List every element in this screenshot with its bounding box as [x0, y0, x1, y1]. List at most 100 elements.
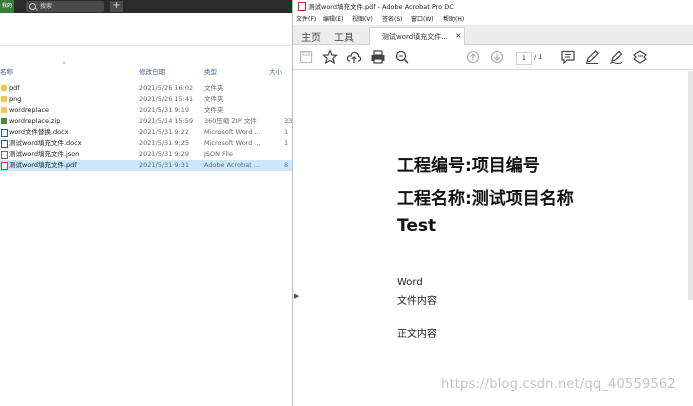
- file-date: 2021/5/31 9:22: [139, 128, 189, 136]
- file-row-test-fill-json[interactable]: 测试word填充文件.json 2021/5/31 9:29 JSON File: [0, 149, 292, 160]
- file-date: 2021/5/31 9:19: [139, 106, 189, 114]
- menu-help[interactable]: 帮助(H): [443, 14, 464, 23]
- file-name: 测试word填充文件.pdf: [9, 161, 77, 169]
- blog-watermark: https://blog.csdn.net/qq_40559562: [441, 377, 676, 392]
- zoom-icon[interactable]: [394, 49, 410, 65]
- nav-tools[interactable]: 工具: [334, 29, 354, 44]
- file-explorer-window: 我的电脑 搜索 + 名称 ⌃ 修改日期 类型 大小 pdf 2021/5/26 …: [0, 0, 292, 406]
- json-file-icon: [1, 151, 8, 159]
- doc-body-content-text: 正文内容: [397, 329, 437, 340]
- file-name: 测试word填充文件.json: [9, 150, 80, 158]
- file-name: wordreplace: [9, 106, 49, 114]
- document-tab[interactable]: 测试word填充文件... ×: [369, 27, 465, 45]
- file-date: 2021/5/26 15:41: [139, 95, 194, 103]
- file-name: pdf: [9, 84, 20, 92]
- bookmark-star-icon[interactable]: [321, 49, 339, 65]
- page-down-icon[interactable]: [489, 49, 505, 65]
- file-date: 2021/5/31 9:29: [139, 150, 189, 158]
- acrobat-pdf-icon: [298, 2, 306, 11]
- file-row-png-folder[interactable]: png 2021/5/26 15:41 文件夹: [0, 94, 292, 105]
- file-row-wordreplace-folder[interactable]: wordreplace 2021/5/31 9:19 文件夹: [0, 105, 292, 116]
- column-header-date[interactable]: 修改日期: [139, 66, 165, 76]
- file-row-word-replace-docx[interactable]: word文件替换.docx 2021/5/31 9:22 Microsoft W…: [0, 127, 292, 138]
- file-name: png: [9, 95, 22, 103]
- file-type: Microsoft Word ...: [204, 128, 261, 136]
- save-icon[interactable]: [298, 49, 314, 65]
- column-header-type[interactable]: 类型: [204, 66, 217, 76]
- vertical-scrollbar[interactable]: [688, 71, 693, 300]
- expand-panel-arrow-icon[interactable]: ▶: [294, 292, 299, 300]
- file-type: 360压缩 ZIP 文件: [204, 117, 257, 125]
- close-icon[interactable]: ×: [455, 31, 462, 40]
- search-box[interactable]: 搜索: [26, 1, 104, 12]
- file-row-pdf-folder[interactable]: pdf 2021/5/26 16:02 文件夹: [0, 83, 292, 94]
- menu-window[interactable]: 窗口(W): [411, 14, 434, 23]
- document-tab-label: 测试word填充文件...: [382, 33, 448, 41]
- file-date: 2021/5/26 16:02: [139, 84, 194, 92]
- page-total: / 1: [534, 53, 543, 61]
- doc-file-content-text: 文件内容: [397, 296, 437, 307]
- explorer-app-icon[interactable]: 我的电脑: [0, 0, 14, 13]
- doc-test-heading: Test: [397, 216, 437, 236]
- file-date: 2021/5/31 9:25: [139, 139, 189, 147]
- acrobat-title-bar: 测试word填充文件.pdf - Adobe Acrobat Pro DC: [293, 0, 693, 12]
- sort-ascending-icon: ⌃: [61, 61, 67, 69]
- search-icon: [29, 3, 36, 10]
- nav-home[interactable]: 主页: [301, 29, 321, 44]
- folder-icon: [1, 85, 7, 91]
- pdf-file-icon: [1, 162, 8, 170]
- column-header-size[interactable]: 大小: [269, 66, 282, 76]
- file-type: 文件夹: [204, 84, 224, 92]
- acrobat-window: 测试word填充文件.pdf - Adobe Acrobat Pro DC 文件…: [292, 0, 693, 406]
- file-name: wordreplace.zip: [9, 117, 61, 125]
- pen-icon[interactable]: [584, 49, 600, 65]
- file-name: word文件替换.docx: [9, 128, 69, 136]
- folder-icon: [1, 96, 7, 102]
- folder-icon: [1, 107, 7, 113]
- document-viewer: 工程编号:项目编号 工程名称:测试项目名称 Test Word 文件内容 正文内…: [293, 70, 693, 406]
- zip-archive-icon: [1, 118, 7, 124]
- explorer-top-bar: 我的电脑 搜索 +: [0, 0, 292, 13]
- doc-word-text: Word: [397, 277, 423, 288]
- menu-edit[interactable]: 编辑(E): [323, 14, 343, 23]
- file-size: 8: [284, 161, 289, 169]
- new-tab-button[interactable]: +: [110, 1, 123, 12]
- acrobat-toolbar: 1 / 1: [293, 45, 693, 70]
- page-up-icon[interactable]: [465, 49, 481, 65]
- print-icon[interactable]: [370, 49, 386, 65]
- word-document-icon: [1, 129, 8, 137]
- column-header-name[interactable]: 名称: [0, 66, 13, 76]
- column-header-row: 名称 ⌃ 修改日期 类型 大小: [0, 61, 292, 77]
- upload-cloud-icon[interactable]: [346, 49, 362, 65]
- doc-project-name: 工程名称:测试项目名称: [397, 189, 574, 209]
- menu-file[interactable]: 文件(F): [296, 14, 316, 23]
- stamp-icon[interactable]: [632, 49, 648, 65]
- file-name: 测试word填充文件.docx: [9, 139, 82, 147]
- comment-icon[interactable]: [560, 49, 576, 65]
- file-row-test-fill-pdf[interactable]: 测试word填充文件.pdf 2021/5/31 9:31 Adobe Acro…: [0, 160, 292, 171]
- file-size: 1: [284, 128, 289, 136]
- file-date: 2021/5/14 15:59: [139, 117, 194, 125]
- window-title: 测试word填充文件.pdf - Adobe Acrobat Pro DC: [308, 3, 454, 11]
- page-number-input[interactable]: 1: [516, 52, 532, 65]
- file-date: 2021/5/31 9:31: [139, 161, 189, 169]
- menu-bar: 文件(F) 编辑(E) 视图(V) 签名(S) 窗口(W) 帮助(H): [293, 13, 693, 24]
- file-type: Adobe Acrobat ...: [204, 161, 260, 169]
- file-type: 文件夹: [204, 95, 224, 103]
- word-document-icon: [1, 140, 8, 148]
- acrobat-tab-bar: 主页 工具 测试word填充文件... ×: [293, 25, 693, 45]
- explorer-ribbon-area: [0, 13, 292, 46]
- file-size: 33: [284, 117, 292, 125]
- sign-icon[interactable]: [608, 49, 624, 65]
- menu-sign[interactable]: 签名(S): [382, 14, 403, 23]
- menu-view[interactable]: 视图(V): [352, 14, 373, 23]
- pdf-page: 工程编号:项目编号 工程名称:测试项目名称 Test Word 文件内容 正文内…: [293, 70, 688, 406]
- file-type: Microsoft Word ...: [204, 139, 261, 147]
- file-row-wordreplace-zip[interactable]: wordreplace.zip 2021/5/14 15:59 360压缩 ZI…: [0, 116, 292, 127]
- file-type: JSON File: [204, 150, 233, 158]
- search-placeholder: 搜索: [40, 3, 53, 10]
- doc-project-number: 工程编号:项目编号: [397, 156, 540, 176]
- file-row-test-fill-docx[interactable]: 测试word填充文件.docx 2021/5/31 9:25 Microsoft…: [0, 138, 292, 149]
- file-size: 1: [284, 139, 289, 147]
- file-type: 文件夹: [204, 106, 224, 114]
